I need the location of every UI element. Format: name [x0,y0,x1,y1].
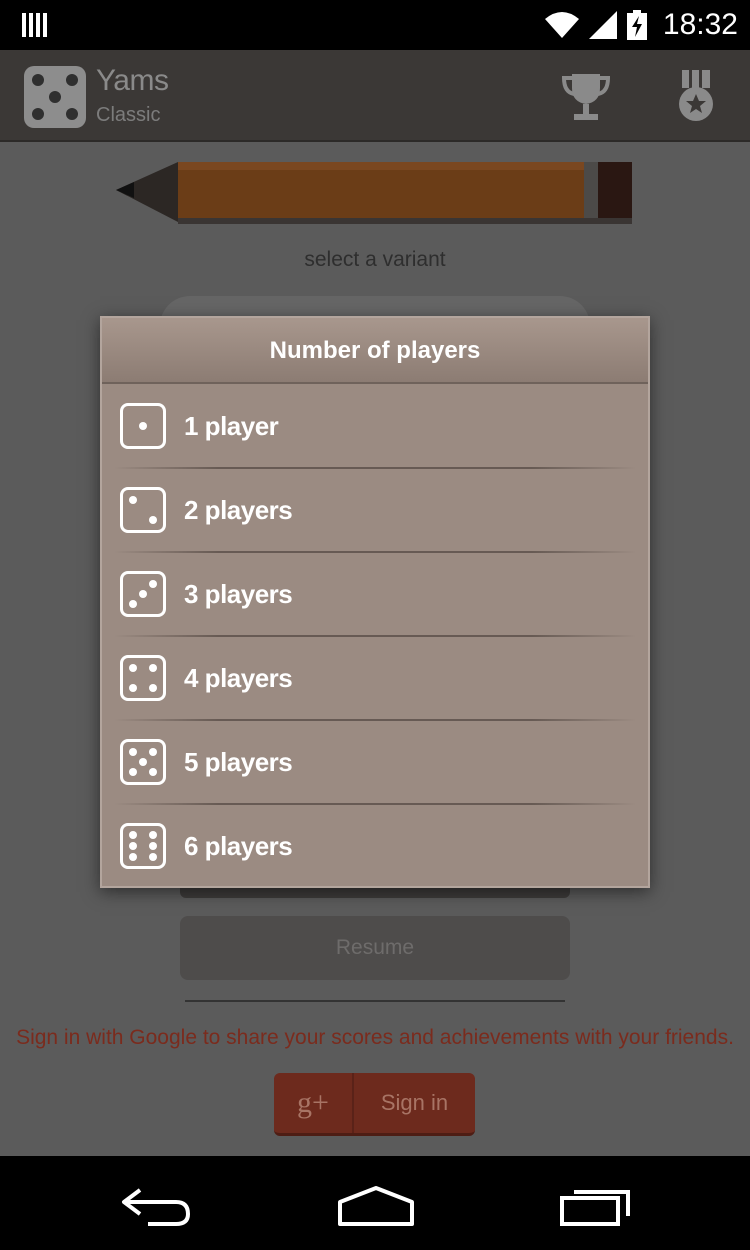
die-2-icon [120,487,166,533]
action-bar: Yams Classic [0,50,750,142]
player-option-label: 6 players [184,830,293,861]
player-option[interactable]: 5 players [102,719,648,804]
die-3-icon [120,571,166,617]
recent-apps-icon[interactable] [558,1182,634,1228]
status-icons: 18:32 [544,0,738,50]
player-option-label: 2 players [184,494,293,525]
pencil-icon [116,162,632,224]
dice-five-icon[interactable] [24,66,86,128]
player-option[interactable]: 6 players [102,803,648,888]
player-option-label: 1 player [184,410,279,441]
die-6-icon [120,823,166,869]
battery-charging-icon [626,10,647,40]
divider [185,1000,565,1002]
home-icon[interactable] [336,1184,416,1228]
variant-label: select a variant [304,248,446,271]
status-bar: 18:32 [0,0,750,50]
player-option[interactable]: 4 players [102,635,648,720]
google-plus-icon: g+ [274,1073,354,1133]
resume-button[interactable]: Resume [180,916,570,980]
dialog-title: Number of players [102,318,648,384]
players-dialog: Number of players 1 player 2 players 3 pla… [100,316,650,888]
signin-label: Sign in [380,1090,449,1115]
player-option-label: 3 players [184,578,293,609]
die-5-icon [120,739,166,785]
player-options-list: 1 player 2 players 3 players 4 players 5 pla… [102,384,648,888]
die-4-icon [120,655,166,701]
clock: 18:32 [662,8,738,41]
player-option-label: 4 players [184,662,293,693]
player-option[interactable]: 2 players [102,467,648,552]
medal-icon[interactable] [668,68,724,124]
app-title: Yams [96,64,169,97]
google-signin-button[interactable]: g+ Sign in [274,1073,475,1136]
player-option[interactable]: 1 player [102,384,648,468]
die-1-icon [120,403,166,449]
signal-icon [588,11,617,39]
back-icon[interactable] [118,1184,194,1228]
signin-prompt: Sign in with Google to share your scores… [16,1026,734,1049]
trophy-icon[interactable] [558,68,614,124]
navigation-bar [0,1156,750,1250]
app-subtitle: Classic [96,104,161,126]
player-option-label: 5 players [184,746,293,777]
wifi-icon [544,12,579,38]
player-option[interactable]: 3 players [102,551,648,636]
notification-bars-icon [22,13,47,37]
